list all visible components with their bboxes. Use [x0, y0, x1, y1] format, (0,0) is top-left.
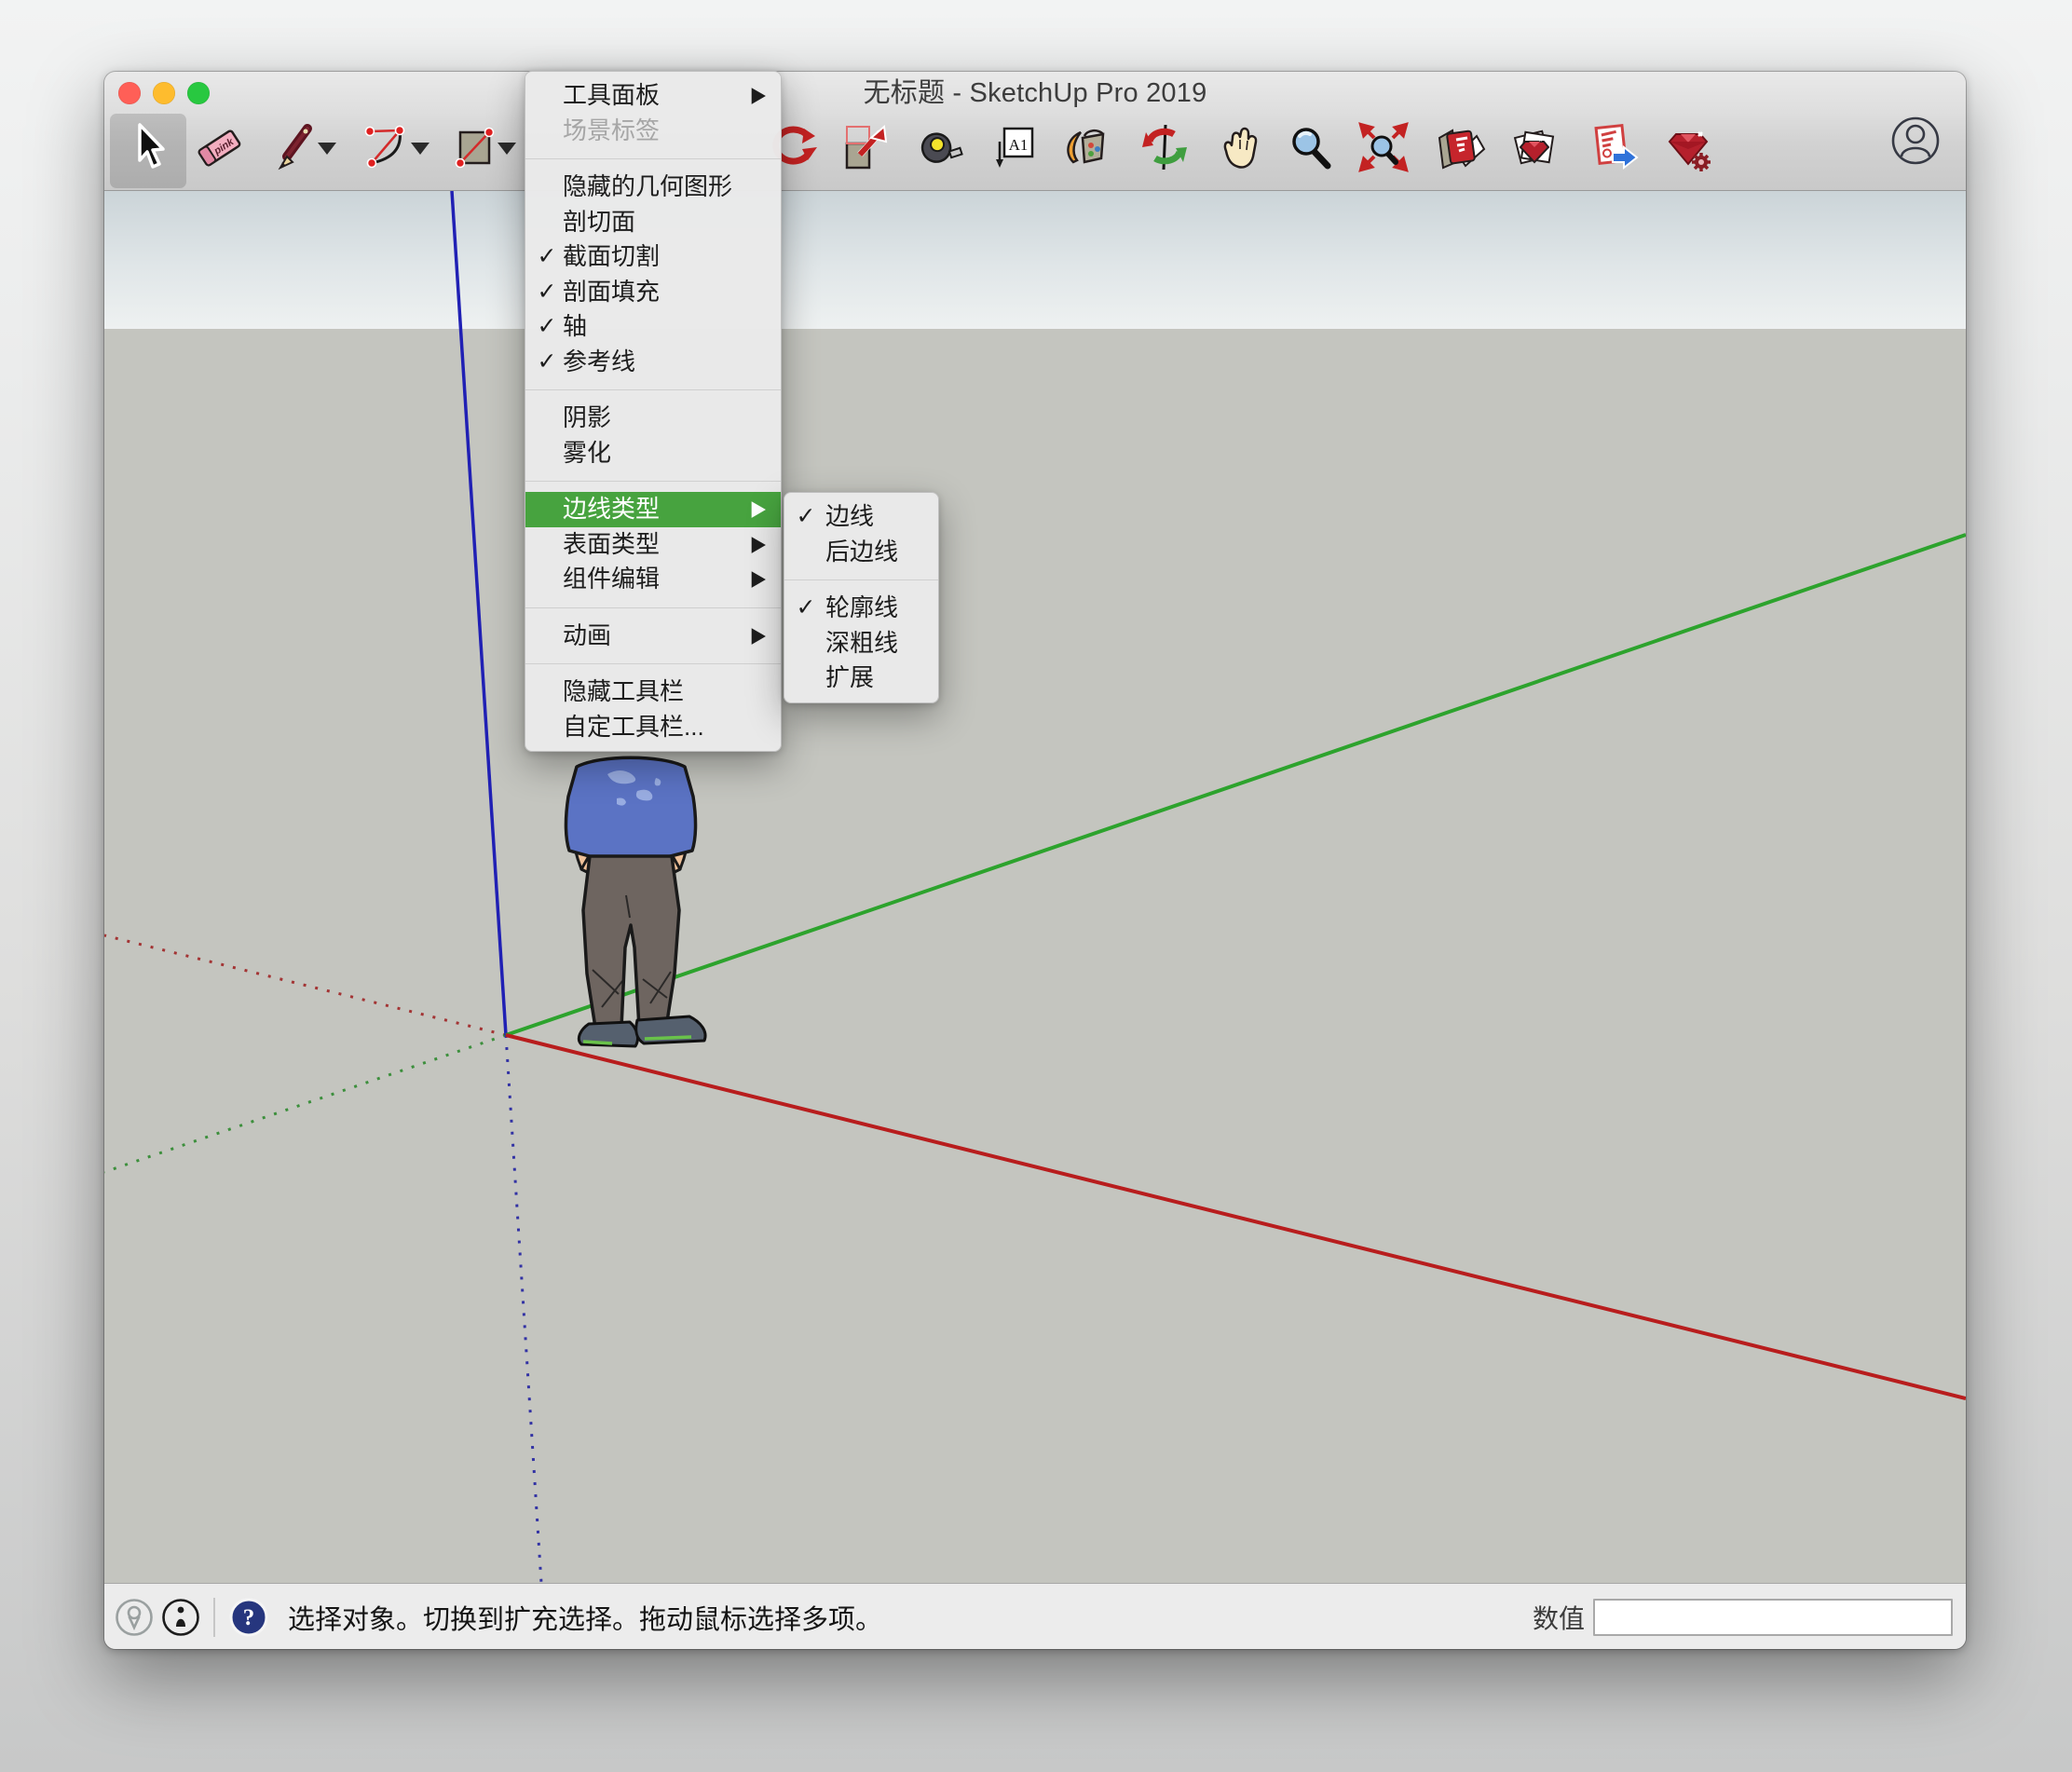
menu-item-scene-tabs: 场景标签	[525, 114, 781, 149]
menu-item-face-style[interactable]: 表面类型 ▶	[525, 527, 781, 563]
menu-item-component-edit[interactable]: 组件编辑 ▶	[525, 562, 781, 597]
help-icon[interactable]: ?	[228, 1597, 269, 1638]
edge-style-submenu: ✓ 边线 后边线 ✓ 轮廓线 深粗线 扩展	[784, 492, 939, 703]
sketchup-window: 无标题 - SketchUp Pro 2019 pink	[104, 72, 1966, 1649]
svg-text:?: ?	[243, 1605, 255, 1630]
measurement-input[interactable]	[1593, 1599, 1953, 1636]
menu-item-section-planes[interactable]: 剖切面	[525, 205, 781, 240]
window-chrome: 无标题 - SketchUp Pro 2019 pink	[104, 72, 1966, 191]
model-info-icon[interactable]	[161, 1598, 200, 1637]
menu-separator	[525, 607, 781, 608]
submenu-arrow-icon: ▶	[752, 559, 766, 599]
sky	[104, 191, 1966, 329]
ground	[104, 329, 1966, 1583]
text-tool-icon[interactable]: A1	[989, 121, 1042, 173]
submenu-item-back-edges[interactable]: 后边线	[784, 535, 938, 570]
status-bar: ? 选择对象。切换到扩充选择。拖动鼠标选择多项。 数值	[104, 1583, 1966, 1649]
menu-item-edge-style[interactable]: 边线类型 ▶	[525, 492, 781, 527]
menu-item-section-cuts[interactable]: ✓ 截面切割	[525, 239, 781, 275]
menu-item-hide-toolbar[interactable]: 隐藏工具栏	[525, 675, 781, 710]
submenu-arrow-icon: ▶	[752, 75, 766, 116]
check-icon: ✓	[531, 275, 563, 310]
zoom-extents-tool-icon[interactable]	[1357, 121, 1410, 173]
arc-tool-icon[interactable]	[361, 121, 413, 173]
submenu-arrow-icon: ▶	[752, 616, 766, 656]
menu-item-shadows[interactable]: 阴影	[525, 401, 781, 436]
titlebar[interactable]: 无标题 - SketchUp Pro 2019	[104, 72, 1966, 112]
rectangle-tool-dropdown-caret-icon[interactable]	[498, 143, 516, 155]
tape-measure-tool-icon[interactable]	[912, 121, 964, 173]
submenu-item-extension[interactable]: 扩展	[784, 661, 938, 696]
arc-tool-dropdown-caret-icon[interactable]	[411, 143, 429, 155]
svg-text:A1: A1	[1009, 136, 1029, 154]
eraser-tool-icon[interactable]: pink	[194, 121, 246, 173]
menu-separator	[784, 579, 938, 580]
model-viewport[interactable]	[104, 191, 1966, 1583]
menu-separator	[525, 158, 781, 159]
menu-item-customize-toolbar[interactable]: 自定工具栏...	[525, 710, 781, 745]
submenu-arrow-icon: ▶	[752, 489, 766, 529]
extension-warehouse-tool-icon[interactable]	[1663, 121, 1715, 173]
desktop: 无标题 - SketchUp Pro 2019 pink	[0, 0, 2072, 1772]
menu-item-section-fill[interactable]: ✓ 剖面填充	[525, 275, 781, 310]
menu-item-hidden-geometry[interactable]: 隐藏的几何图形	[525, 170, 781, 205]
status-hint: 选择对象。切换到扩充选择。拖动鼠标选择多项。	[288, 1598, 882, 1637]
check-icon: ✓	[531, 309, 563, 345]
check-icon: ✓	[790, 499, 822, 535]
geolocation-icon[interactable]	[115, 1598, 154, 1637]
menu-item-animation[interactable]: 动画 ▶	[525, 619, 781, 654]
line-tool-icon[interactable]	[270, 121, 322, 173]
orbit-tool-icon[interactable]	[1138, 121, 1191, 173]
line-tool-dropdown-caret-icon[interactable]	[318, 143, 336, 155]
menu-separator	[525, 481, 781, 482]
check-icon: ✓	[790, 591, 822, 626]
menu-item-fog[interactable]: 雾化	[525, 436, 781, 471]
menu-item-axes[interactable]: ✓ 轴	[525, 309, 781, 345]
check-icon: ✓	[531, 239, 563, 275]
menu-separator	[525, 663, 781, 664]
menu-separator	[525, 389, 781, 390]
measurement-label: 数值	[1533, 1599, 1585, 1636]
styles-ruby-tool-icon[interactable]	[1508, 121, 1561, 173]
menu-item-guides[interactable]: ✓ 参考线	[525, 345, 781, 380]
status-separator	[213, 1598, 215, 1637]
menu-item-tool-palettes[interactable]: 工具面板 ▶	[525, 78, 781, 114]
check-icon: ✓	[531, 345, 563, 380]
submenu-item-edges[interactable]: ✓ 边线	[784, 499, 938, 535]
layout-document-tool-icon[interactable]	[1434, 121, 1486, 173]
viewport-canvas	[104, 191, 1966, 1583]
paint-bucket-tool-icon[interactable]	[1060, 121, 1112, 173]
select-tool-icon[interactable]	[121, 121, 173, 173]
rectangle-tool-icon[interactable]	[451, 121, 503, 173]
account-icon[interactable]	[1889, 115, 1942, 167]
view-context-menu: 工具面板 ▶ 场景标签 隐藏的几何图形 剖切面 ✓ 截面切割 ✓ 剖面填充 ✓ …	[525, 71, 782, 752]
pan-tool-icon[interactable]	[1215, 121, 1267, 173]
submenu-item-profiles[interactable]: ✓ 轮廓线	[784, 591, 938, 626]
export-document-tool-icon[interactable]	[1588, 121, 1641, 173]
push-pull-tool-icon[interactable]	[839, 121, 892, 173]
window-title: 无标题 - SketchUp Pro 2019	[104, 72, 1966, 112]
zoom-tool-icon[interactable]	[1284, 121, 1336, 173]
submenu-item-depth-cue[interactable]: 深粗线	[784, 626, 938, 661]
